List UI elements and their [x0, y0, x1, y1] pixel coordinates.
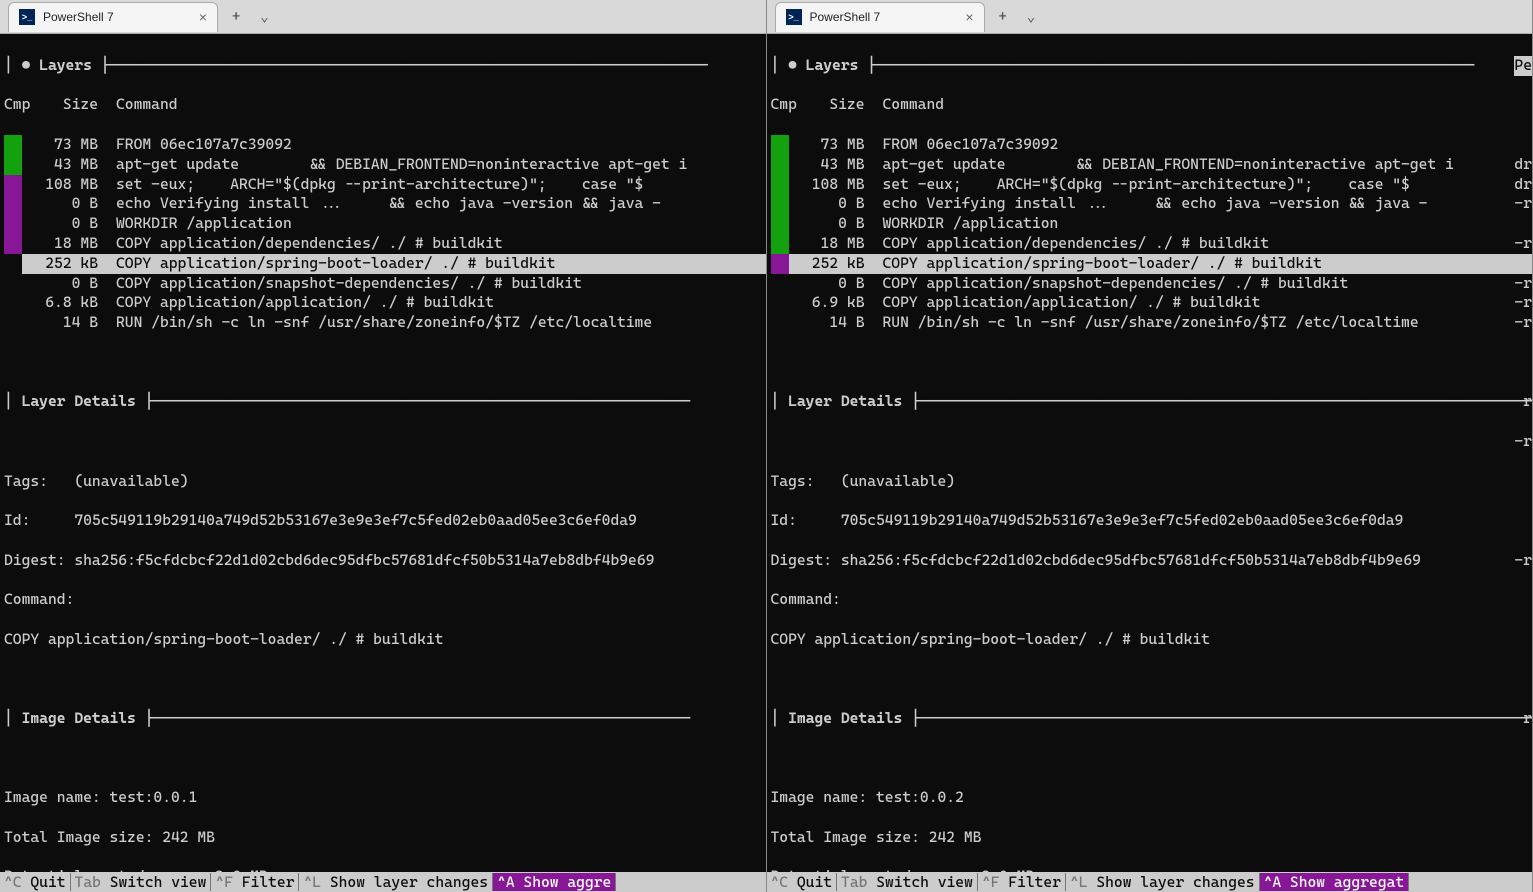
layer-row[interactable]: 6.8 kBCOPY application/application/ ./ #…: [4, 293, 766, 313]
titlebar: >_ PowerShell 7 × + ⌄: [767, 0, 1533, 34]
status-show-aggre[interactable]: ^A Show aggregat: [1260, 873, 1410, 891]
cmp-indicator: [4, 135, 22, 155]
tab-title: PowerShell 7: [810, 10, 881, 24]
cmp-indicator: [4, 234, 22, 254]
layer-row[interactable]: 14 BRUN /bin/sh -c ln -snf /usr/share/zo…: [771, 313, 1533, 333]
tab-title: PowerShell 7: [43, 10, 114, 24]
window-right: >_ PowerShell 7 × + ⌄ │ ● Layers ├──────…: [767, 0, 1533, 892]
layer-row[interactable]: 108 MBset -eux; ARCH="$(dpkg --print-arc…: [4, 175, 766, 195]
cmp-indicator: [4, 194, 22, 214]
terminal-left[interactable]: │ ● Layers ├────────────────────────────…: [0, 34, 766, 872]
layer-row[interactable]: 6.9 kBCOPY application/application/ ./ #…: [771, 293, 1533, 313]
status-show-layer-changes[interactable]: ^L Show layer changes: [1066, 873, 1260, 891]
cmp-indicator: [771, 293, 789, 313]
cmp-indicator: [4, 155, 22, 175]
status-quit[interactable]: ^C Quit: [767, 873, 838, 891]
statusbar: ^C QuitTab Switch view^F Filter^L Show l…: [767, 872, 1533, 892]
layer-row[interactable]: 0 BCOPY application/snapshot-dependencie…: [4, 274, 766, 294]
cmp-indicator: [771, 234, 789, 254]
layer-row[interactable]: 0 BWORKDIR /application: [4, 214, 766, 234]
layer-row[interactable]: 108 MBset -eux; ARCH="$(dpkg --print-arc…: [771, 175, 1533, 195]
cmp-indicator: [4, 214, 22, 234]
layer-row[interactable]: 252 kBCOPY application/spring-boot-loade…: [4, 254, 766, 274]
tab-close-icon[interactable]: ×: [199, 9, 207, 25]
cmp-indicator: [4, 274, 22, 294]
status-show-layer-changes[interactable]: ^L Show layer changes: [299, 873, 493, 891]
layer-row[interactable]: 43 MBapt-get update && DEBIAN_FRONTEND=n…: [771, 155, 1533, 175]
tab-dropdown-button[interactable]: ⌄: [254, 9, 274, 25]
tab-powershell[interactable]: >_ PowerShell 7 ×: [8, 2, 218, 32]
cmp-indicator: [771, 313, 789, 333]
cmp-indicator: [771, 135, 789, 155]
terminal-right[interactable]: │ ● Layers ├────────────────────────────…: [767, 34, 1533, 872]
layer-row[interactable]: 73 MBFROM 06ec107a7c39092: [771, 135, 1533, 155]
powershell-icon: >_: [786, 9, 802, 25]
titlebar: >_ PowerShell 7 × + ⌄: [0, 0, 766, 34]
layer-row[interactable]: 252 kBCOPY application/spring-boot-loade…: [771, 254, 1533, 274]
status-filter[interactable]: ^F Filter: [978, 873, 1066, 891]
layer-row[interactable]: 43 MBapt-get update && DEBIAN_FRONTEND=n…: [4, 155, 766, 175]
status-switch-view[interactable]: Tab Switch view: [71, 873, 212, 891]
cmp-indicator: [771, 254, 789, 274]
status-show-aggre[interactable]: ^A Show aggre: [493, 873, 616, 891]
status-switch-view[interactable]: Tab Switch view: [837, 873, 978, 891]
tab-dropdown-button[interactable]: ⌄: [1021, 9, 1041, 25]
cmp-indicator: [771, 274, 789, 294]
cmp-indicator: [4, 175, 22, 195]
status-quit[interactable]: ^C Quit: [0, 873, 71, 891]
layer-row[interactable]: 0 BWORKDIR /application: [771, 214, 1533, 234]
cmp-indicator: [771, 155, 789, 175]
new-tab-button[interactable]: +: [993, 9, 1013, 25]
window-left: >_ PowerShell 7 × + ⌄ │ ● Layers ├──────…: [0, 0, 767, 892]
layer-row[interactable]: 18 MBCOPY application/dependencies/ ./ #…: [4, 234, 766, 254]
cmp-indicator: [771, 175, 789, 195]
layer-row[interactable]: 0 Becho Verifying install ... && echo ja…: [771, 194, 1533, 214]
tab-powershell[interactable]: >_ PowerShell 7 ×: [775, 2, 985, 32]
statusbar: ^C QuitTab Switch view^F Filter^L Show l…: [0, 872, 766, 892]
status-filter[interactable]: ^F Filter: [211, 873, 299, 891]
cmp-indicator: [4, 293, 22, 313]
layer-row[interactable]: 0 Becho Verifying install ... && echo ja…: [4, 194, 766, 214]
cmp-indicator: [4, 313, 22, 333]
layer-row[interactable]: 73 MBFROM 06ec107a7c39092: [4, 135, 766, 155]
cmp-indicator: [771, 214, 789, 234]
tab-close-icon[interactable]: ×: [965, 9, 973, 25]
layer-row[interactable]: 0 BCOPY application/snapshot-dependencie…: [771, 274, 1533, 294]
layer-row[interactable]: 18 MBCOPY application/dependencies/ ./ #…: [771, 234, 1533, 254]
windows-container: >_ PowerShell 7 × + ⌄ │ ● Layers ├──────…: [0, 0, 1533, 892]
new-tab-button[interactable]: +: [226, 9, 246, 25]
layer-row[interactable]: 14 BRUN /bin/sh -c ln -snf /usr/share/zo…: [4, 313, 766, 333]
cmp-indicator: [771, 194, 789, 214]
powershell-icon: >_: [19, 9, 35, 25]
cmp-indicator: [4, 254, 22, 274]
